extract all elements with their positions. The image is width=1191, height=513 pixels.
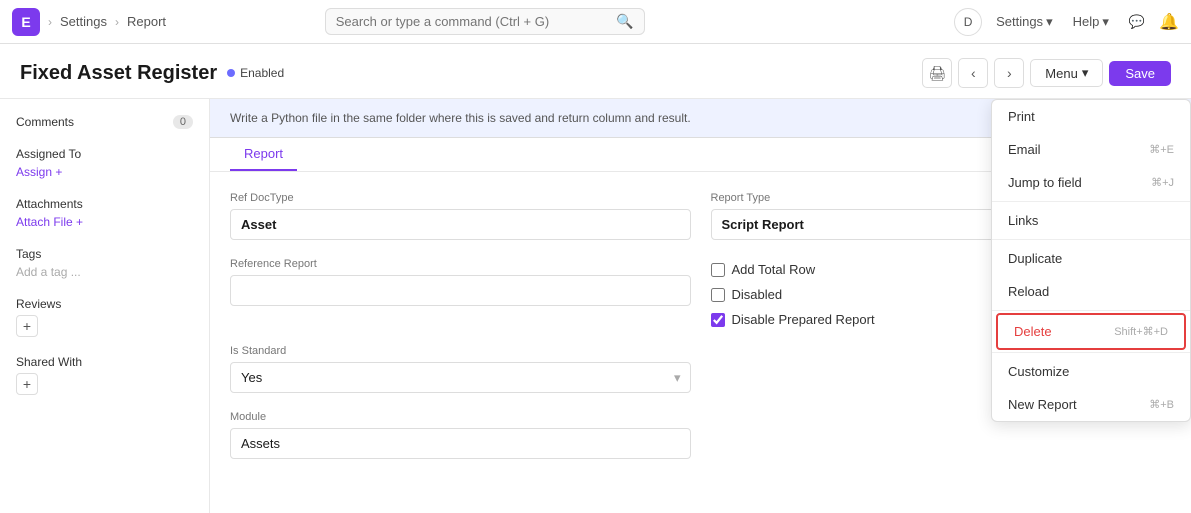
sidebar-comments-section: Comments 0 [16,115,193,129]
ref-doctype-label: Ref DocType [230,192,691,204]
sidebar-assigned-section: Assigned To Assign + [16,147,193,179]
chevron-down-icon-help: ▾ [1102,14,1109,30]
disabled-checkbox[interactable] [711,288,725,302]
reference-report-label: Reference Report [230,258,691,270]
tags-label: Tags [16,247,193,261]
sidebar-tags-section: Tags Add a tag ... [16,247,193,279]
comments-count: 0 [173,115,193,129]
page-title: Fixed Asset Register [20,62,217,85]
reference-report-input[interactable] [230,275,691,306]
menu-divider-2 [992,239,1190,240]
assign-action[interactable]: Assign + [16,165,193,179]
content-area: Write a Python file in the same folder w… [210,99,1191,513]
module-label: Module [230,411,691,423]
menu-item-print[interactable]: Print [992,100,1190,133]
nav-chevron-2: › [115,15,119,29]
search-icon: 🔍 [616,13,633,30]
menu-item-email[interactable]: Email ⌘+E [992,133,1190,166]
main-layout: Comments 0 Assigned To Assign + Attachme… [0,99,1191,513]
status-badge: Enabled [227,66,284,80]
ref-doctype-input[interactable] [230,209,691,240]
sidebar-shared-section: Shared With + [16,355,193,395]
module-group: Module [230,411,691,459]
module-input[interactable] [230,428,691,459]
sidebar-attachments-section: Attachments Attach File + [16,197,193,229]
attach-action[interactable]: Attach File + [16,215,193,229]
add-tag-action[interactable]: Add a tag ... [16,265,193,279]
menu-divider-1 [992,201,1190,202]
chevron-down-icon-menu: ▾ [1082,65,1089,81]
chevron-down-icon: ▾ [1046,14,1053,30]
top-nav: E › Settings › Report 🔍 D Settings ▾ Hel… [0,0,1191,44]
prev-icon-btn[interactable]: ‹ [958,58,988,88]
menu-item-new-report[interactable]: New Report ⌘+B [992,388,1190,421]
nav-report-link[interactable]: Report [127,14,166,29]
bell-icon[interactable]: 🔔 [1159,12,1179,32]
nav-settings-link[interactable]: Settings [60,14,107,29]
next-icon-btn[interactable]: › [994,58,1024,88]
disable-prepared-report-checkbox[interactable] [711,313,725,327]
app-icon[interactable]: E [12,8,40,36]
chat-icon[interactable]: 💬 [1123,10,1151,34]
dropdown-menu: Print Email ⌘+E Jump to field ⌘+J Links … [991,99,1191,422]
menu-item-jump-to-field[interactable]: Jump to field ⌘+J [992,166,1190,199]
search-bar[interactable]: 🔍 [325,8,645,35]
search-input[interactable] [336,14,611,29]
reference-report-group: Reference Report [230,258,691,327]
menu-item-customize[interactable]: Customize [992,355,1190,388]
menu-item-links[interactable]: Links [992,204,1190,237]
print-icon-btn[interactable]: 🖨 [922,58,952,88]
settings-nav-btn[interactable]: Settings ▾ [990,10,1059,34]
is-standard-group: Is Standard Yes No [230,345,691,393]
assigned-to-label: Assigned To [16,147,193,161]
sidebar: Comments 0 Assigned To Assign + Attachme… [0,99,210,513]
is-standard-select-wrapper: Yes No [230,362,691,393]
sidebar-comments-label: Comments 0 [16,115,193,129]
reviews-label: Reviews [16,297,193,311]
tab-report[interactable]: Report [230,138,297,171]
shared-add-btn[interactable]: + [16,373,38,395]
menu-button[interactable]: Menu ▾ [1030,59,1103,87]
sidebar-reviews-section: Reviews + [16,297,193,337]
user-badge[interactable]: D [954,8,982,36]
menu-divider-3 [992,310,1190,311]
nav-right: D Settings ▾ Help ▾ 💬 🔔 [954,8,1179,36]
attachments-label: Attachments [16,197,193,211]
status-dot [227,69,235,77]
menu-item-reload[interactable]: Reload [992,275,1190,308]
help-nav-btn[interactable]: Help ▾ [1067,10,1115,34]
reviews-add-btn[interactable]: + [16,315,38,337]
nav-chevron-1: › [48,15,52,29]
save-button[interactable]: Save [1109,61,1171,86]
add-total-row-checkbox[interactable] [711,263,725,277]
is-standard-label: Is Standard [230,345,691,357]
page-header: Fixed Asset Register Enabled 🖨 ‹ › Menu … [0,44,1191,99]
menu-item-delete[interactable]: Delete Shift+⌘+D [996,313,1186,350]
is-standard-select[interactable]: Yes No [230,362,691,393]
header-actions: 🖨 ‹ › Menu ▾ Save [922,58,1171,88]
shared-with-label: Shared With [16,355,193,369]
menu-item-duplicate[interactable]: Duplicate [992,242,1190,275]
menu-divider-4 [992,352,1190,353]
ref-doctype-group: Ref DocType [230,192,691,240]
